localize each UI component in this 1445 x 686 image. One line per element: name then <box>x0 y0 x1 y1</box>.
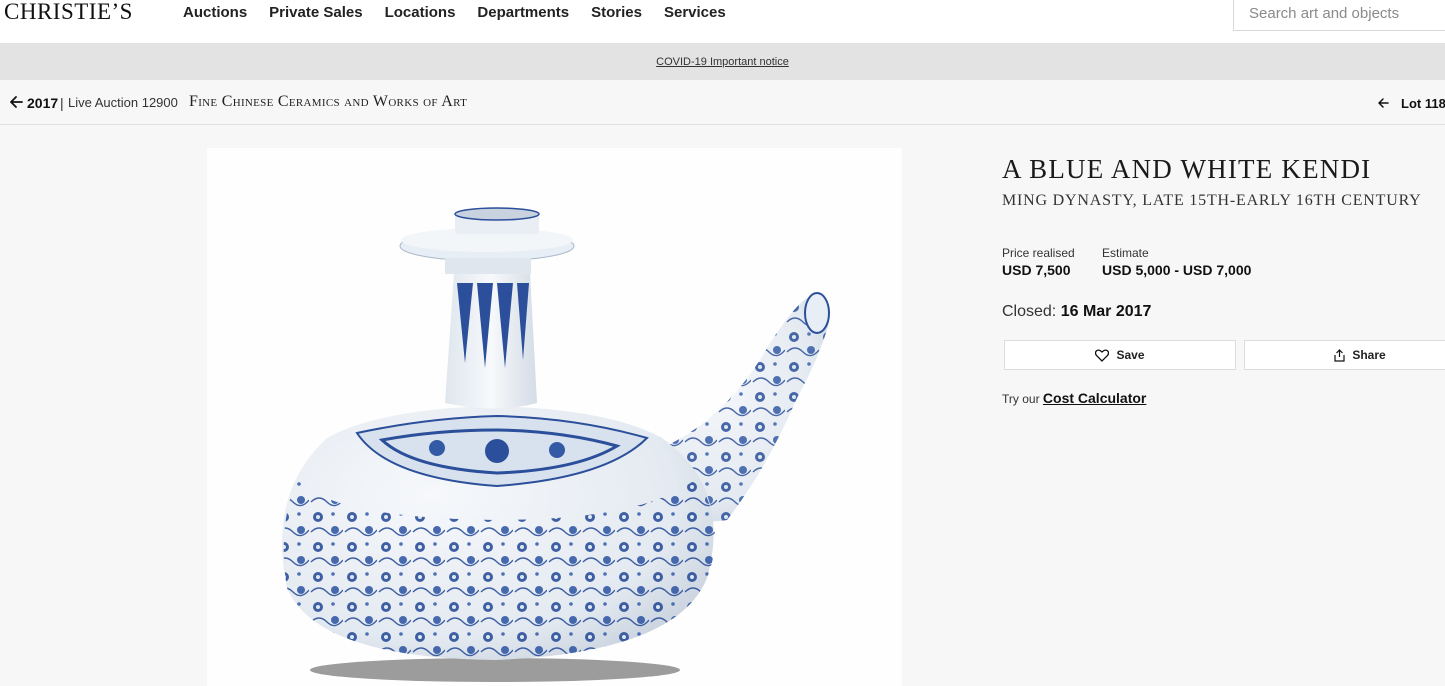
closed-label: Closed: <box>1002 303 1057 320</box>
breadcrumb-sale-title[interactable]: Fine Chinese Ceramics and Works of Art <box>189 93 467 111</box>
covid-notice-link[interactable]: COVID-19 Important notice <box>656 56 789 68</box>
lot-image[interactable] <box>207 148 902 686</box>
heart-icon <box>1095 348 1110 362</box>
share-icon <box>1334 348 1345 362</box>
previous-lot-icon[interactable] <box>1377 97 1389 109</box>
cost-prefix: Try our <box>1002 392 1040 406</box>
estimate-label: Estimate <box>1102 246 1149 260</box>
save-button[interactable]: Save <box>1004 340 1236 370</box>
nav-services[interactable]: Services <box>664 4 726 21</box>
nav-auctions[interactable]: Auctions <box>183 4 247 21</box>
lot-number[interactable]: Lot 118 <box>1401 96 1445 111</box>
share-button[interactable]: Share <box>1244 340 1445 370</box>
nav-locations[interactable]: Locations <box>385 4 456 21</box>
breadcrumb-separator: | <box>60 95 64 111</box>
cost-calculator: Try our Cost Calculator <box>1002 390 1146 406</box>
share-label: Share <box>1352 348 1386 362</box>
kendi-image <box>282 207 830 682</box>
arrow-left-icon[interactable] <box>8 94 24 110</box>
lot-detail: A BLUE AND WHITE KENDI MING DYNASTY, LAT… <box>0 125 1445 686</box>
nav-private-sales[interactable]: Private Sales <box>269 4 362 21</box>
nav-departments[interactable]: Departments <box>477 4 569 21</box>
price-realised-label: Price realised <box>1002 246 1075 260</box>
cost-calculator-link[interactable]: Cost Calculator <box>1043 390 1146 406</box>
nav-stories[interactable]: Stories <box>591 4 642 21</box>
breadcrumb: 2017 | Live Auction 12900 Fine Chinese C… <box>0 80 1445 125</box>
search-input[interactable] <box>1234 0 1445 22</box>
lot-title: A BLUE AND WHITE KENDI <box>1002 154 1372 184</box>
search-box <box>1233 0 1445 31</box>
save-label: Save <box>1116 348 1145 362</box>
price-realised-value: USD 7,500 <box>1002 262 1071 278</box>
breadcrumb-auction: Live Auction 12900 <box>68 95 178 110</box>
main-nav: Auctions Private Sales Locations Departm… <box>183 4 726 21</box>
top-navigation: CHRISTIE’S Auctions Private Sales Locati… <box>0 0 1445 43</box>
closed-date: Closed: 16 Mar 2017 <box>1002 303 1151 321</box>
lot-subtitle: MING DYNASTY, LATE 15TH-EARLY 16TH CENTU… <box>1002 192 1422 209</box>
christies-logo[interactable]: CHRISTIE’S <box>4 0 133 25</box>
notice-bar: COVID-19 Important notice <box>0 43 1445 80</box>
estimate-value: USD 5,000 - USD 7,000 <box>1102 262 1252 278</box>
breadcrumb-year[interactable]: 2017 <box>27 95 58 111</box>
closed-date-value: 16 Mar 2017 <box>1060 303 1152 320</box>
